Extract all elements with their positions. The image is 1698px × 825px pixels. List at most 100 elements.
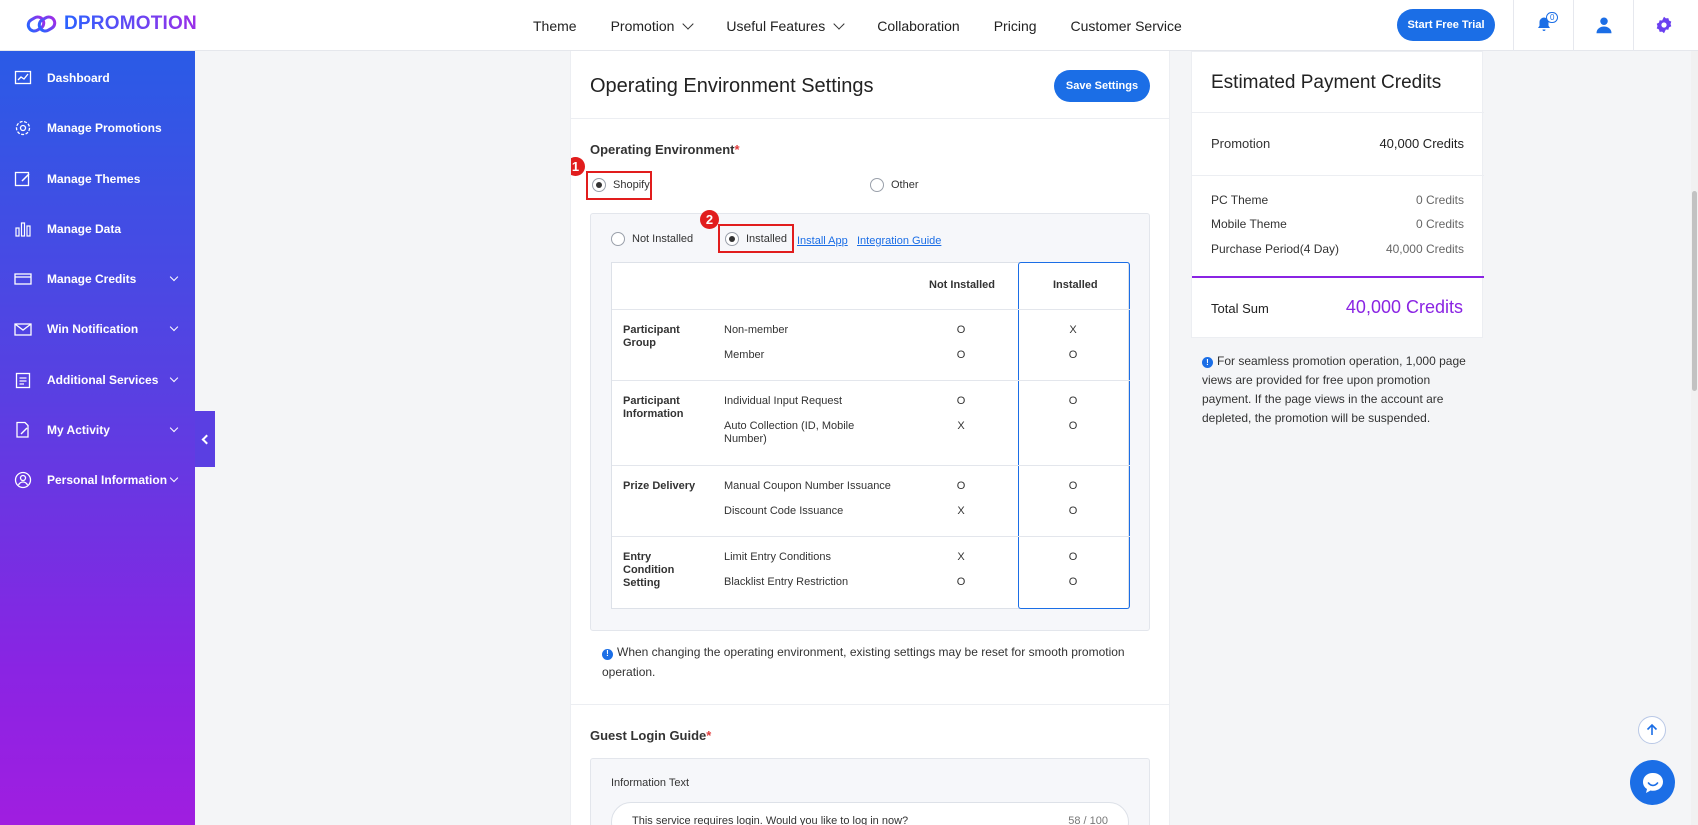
- table-group-label: Entry Condition Setting: [623, 551, 675, 589]
- install-app-link[interactable]: Install App: [797, 235, 848, 247]
- sidebar-item-personal-information[interactable]: Personal Information: [0, 460, 195, 500]
- payment-title: Estimated Payment Credits: [1211, 72, 1442, 93]
- nav-theme[interactable]: Theme: [533, 18, 577, 34]
- sidebar-item-manage-themes[interactable]: Manage Themes: [0, 159, 195, 199]
- table-value-cell: X: [957, 551, 965, 563]
- payment-row-label: PC Theme: [1211, 193, 1269, 207]
- nav-pricing[interactable]: Pricing: [994, 18, 1037, 34]
- chevron-down-icon: [682, 17, 695, 30]
- sidebar-collapse-button[interactable]: [195, 411, 215, 467]
- user-button[interactable]: [1592, 13, 1616, 37]
- nav-useful-features[interactable]: Useful Features: [726, 18, 845, 34]
- sidebar-item-label: Win Notification: [47, 322, 139, 336]
- sidebar-item-additional-services[interactable]: Additional Services: [0, 360, 195, 400]
- radio-shopify[interactable]: Shopify: [592, 178, 650, 192]
- start-free-trial-button[interactable]: Start Free Trial: [1397, 9, 1495, 41]
- page-scrollbar[interactable]: [1691, 51, 1698, 825]
- save-settings-button[interactable]: Save Settings: [1054, 70, 1150, 102]
- sidebar-item-manage-promotions[interactable]: Manage Promotions: [0, 108, 195, 148]
- sidebar-item-win-notification[interactable]: Win Notification: [0, 309, 195, 349]
- arrow-up-icon: [1646, 723, 1658, 735]
- chevron-down-icon: [169, 423, 179, 433]
- card-icon: [14, 273, 32, 285]
- sidebar-item-manage-data[interactable]: Manage Data: [0, 209, 195, 249]
- scrollbar-thumb[interactable]: [1692, 191, 1697, 391]
- chevron-left-icon: [201, 434, 212, 444]
- table-value-cell: O: [1068, 420, 1078, 432]
- table-value-cell: O: [1068, 349, 1078, 361]
- sidebar-item-label: Manage Promotions: [47, 121, 162, 135]
- radio-circle: [611, 232, 625, 246]
- payment-row-value: 0 Credits: [1415, 217, 1464, 231]
- sidebar-item-my-activity[interactable]: My Activity: [0, 410, 195, 450]
- table-feature-cell: Blacklist Entry Restriction: [724, 576, 849, 588]
- info-icon: !: [1202, 357, 1213, 368]
- nav-collaboration[interactable]: Collaboration: [877, 18, 960, 34]
- header-divider: [1573, 0, 1574, 51]
- info-icon: !: [602, 648, 613, 660]
- radio-other[interactable]: Other: [870, 178, 919, 192]
- top-nav: Theme Promotion Useful Features Collabor…: [533, 0, 1216, 51]
- payment-row-pc-theme: PC Theme 0 Credits: [1211, 193, 1464, 207]
- edit-icon: [14, 171, 30, 187]
- table-feature-cell: Member: [724, 349, 765, 361]
- table-feature-cell: Manual Coupon Number Issuance: [724, 480, 891, 492]
- header-divider: [1513, 0, 1514, 51]
- sidebar: Dashboard Manage Promotions Manage Theme…: [0, 51, 195, 825]
- nav-customer-service[interactable]: Customer Service: [1071, 18, 1182, 34]
- sidebar-item-label: My Activity: [47, 423, 110, 437]
- sidebar-item-dashboard[interactable]: Dashboard: [0, 58, 195, 98]
- information-text-label: Information Text: [611, 777, 690, 789]
- chat-button[interactable]: [1630, 760, 1675, 805]
- table-feature-cell: Limit Entry Conditions: [724, 551, 831, 563]
- table-value-cell: O: [956, 395, 966, 407]
- title-divider: [571, 118, 1169, 119]
- radio-other-label: Other: [891, 179, 919, 191]
- section-divider: [571, 704, 1169, 705]
- operating-environment-label: Operating Environment*: [590, 142, 740, 157]
- sidebar-item-label: Personal Information: [47, 473, 168, 487]
- payment-row-promotion: Promotion 40,000 Credits: [1211, 136, 1464, 151]
- table-value-cell: O: [1068, 505, 1078, 517]
- radio-circle-selected: [592, 178, 606, 192]
- table-divider: [612, 536, 1130, 537]
- gear-icon: [15, 120, 31, 136]
- integration-guide-link[interactable]: Integration Guide: [857, 235, 941, 247]
- total-sum-value: 40,000 Credits: [1345, 297, 1463, 317]
- environment-change-note-text: When changing the operating environment,…: [602, 645, 1125, 679]
- settings-button[interactable]: [1652, 13, 1676, 37]
- scroll-to-top-button[interactable]: [1638, 716, 1666, 744]
- chart-icon: [14, 70, 32, 85]
- table-feature-cell: Discount Code Issuance: [724, 505, 844, 517]
- notification-button[interactable]: 0: [1532, 12, 1559, 37]
- nav-promotion[interactable]: Promotion: [610, 17, 695, 34]
- sidebar-item-manage-credits[interactable]: Manage Credits: [0, 259, 195, 299]
- step-marker-2: 2: [700, 210, 719, 229]
- gear-icon: [1656, 16, 1672, 34]
- sidebar-item-label: Dashboard: [47, 71, 110, 85]
- payment-row-value: 40,000 Credits: [1385, 242, 1464, 256]
- radio-not-installed[interactable]: Not Installed: [611, 232, 693, 246]
- table-value-cell: X: [957, 420, 965, 432]
- table-value-cell: O: [1068, 551, 1078, 563]
- table-feature-cell: Individual Input Request: [724, 395, 843, 407]
- chevron-down-icon: [169, 473, 179, 483]
- information-text-input[interactable]: This service requires login. Would you l…: [611, 802, 1129, 825]
- brand-logo[interactable]: DPROMOTION: [26, 12, 197, 36]
- radio-installed[interactable]: Installed: [725, 232, 787, 246]
- mail-icon: [14, 323, 32, 336]
- radio-circle-selected: [725, 232, 739, 246]
- shopify-settings-panel: Not Installed 2 Installed Install App In…: [590, 210, 1150, 631]
- table-value-cell: O: [956, 349, 966, 361]
- table-divider: [612, 309, 1130, 310]
- table-group-label: Participant Group: [623, 324, 680, 349]
- divider: [1192, 112, 1484, 113]
- character-counter: 58 / 100: [1068, 815, 1108, 825]
- nav-promotion-label: Promotion: [610, 17, 675, 34]
- column-header-installed: Installed: [1053, 279, 1098, 291]
- guest-login-guide-label-text: Guest Login Guide: [590, 728, 707, 743]
- top-header: DPROMOTION Theme Promotion Useful Featur…: [0, 0, 1698, 51]
- table-value-cell: O: [1068, 395, 1078, 407]
- sidebar-item-label: Manage Credits: [47, 272, 137, 286]
- nav-customer-service-label: Customer Service: [1070, 17, 1182, 34]
